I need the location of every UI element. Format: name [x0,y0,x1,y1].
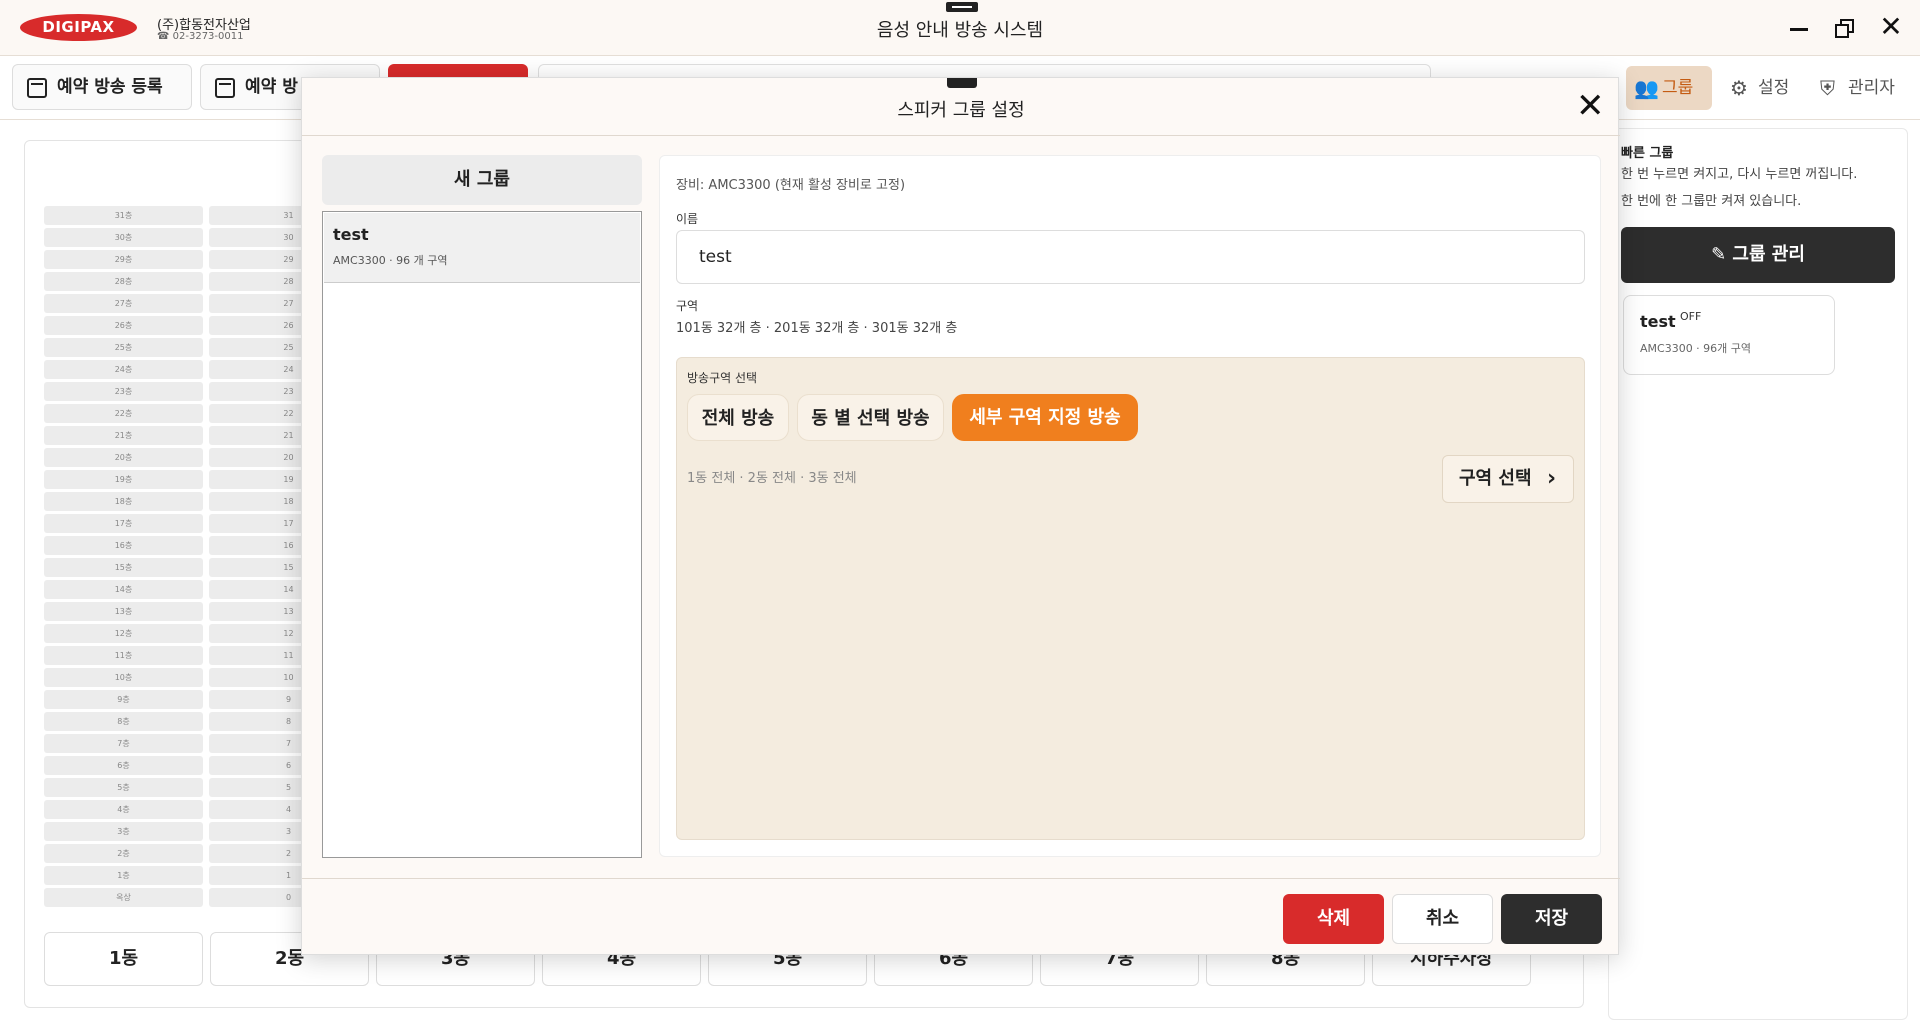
mode-all-button[interactable]: 전체 방송 [687,394,789,441]
floor-speaker-cell[interactable]: 14층 [44,580,203,599]
floor-speaker-cell[interactable]: 15층 [44,558,203,577]
group-item-name: test [333,225,369,244]
new-group-button[interactable]: 새 그룹 [322,155,642,205]
floor-speaker-cell[interactable]: 16층 [44,536,203,555]
broadcast-zone-label: 방송구역 선택 [687,371,758,385]
group-icon: 👥 [1634,76,1659,100]
zone-summary: 101동 32개 층 · 201동 32개 층 · 301동 32개 층 [676,321,958,336]
save-button[interactable]: 저장 [1501,894,1602,944]
floor-speaker-cell[interactable]: 17층 [44,514,203,533]
floor-speaker-cell[interactable]: 7층 [44,734,203,753]
floor-speaker-cell[interactable]: 11층 [44,646,203,665]
minimize-button[interactable] [1784,14,1814,42]
tab-admin[interactable]: ⛨ 관리자 [1812,66,1908,110]
group-manage-label: 그룹 관리 [1732,244,1805,265]
floor-speaker-cell[interactable]: 13층 [44,602,203,621]
dialog-header: 스피커 그룹 설정 ✕ [302,78,1620,136]
tab-group[interactable]: 👥 그룹 [1626,66,1712,110]
pencil-icon: ✎ [1711,244,1733,265]
floor-speaker-cell[interactable]: 4층 [44,800,203,819]
floor-speaker-cell[interactable]: 25층 [44,338,203,357]
floor-speaker-cell[interactable]: 29층 [44,250,203,269]
quick-group-title: 빠른 그룹 [1621,146,1674,161]
window-close-button[interactable]: ✕ [1876,13,1906,42]
floor-speaker-cell[interactable]: 3층 [44,822,203,841]
mode-dong-button[interactable]: 동 별 선택 방송 [797,394,944,441]
tab-group-label: 그룹 [1662,78,1694,98]
reserve-list-label: 예약 방 [245,77,298,97]
name-label: 이름 [676,212,699,226]
close-icon[interactable]: ✕ [1576,89,1605,123]
quick-group-name: test [1640,312,1676,331]
zone-select-button[interactable]: 구역 선택 › [1442,455,1574,503]
group-list: test AMC3300 · 96 개 구역 [322,211,642,858]
device-info: 장비: AMC3300 (현재 활성 장비로 고정) [676,178,906,193]
reserve-register-button[interactable]: 예약 방송 등록 [12,64,192,110]
gear-icon: ⚙ [1730,76,1748,100]
floor-speaker-cell[interactable]: 22층 [44,404,203,423]
broadcast-zone-box: 방송구역 선택 전체 방송 동 별 선택 방송 세부 구역 지정 방송 1동 전… [676,357,1585,840]
floor-speaker-cell[interactable]: 31층 [44,206,203,225]
group-list-item[interactable]: test AMC3300 · 96 개 구역 [324,213,640,283]
floor-speaker-cell[interactable]: 21층 [44,426,203,445]
zone-select-label: 구역 선택 [1459,468,1532,489]
group-manage-button[interactable]: ✎ 그룹 관리 [1621,227,1895,283]
floor-speaker-cell[interactable]: 20층 [44,448,203,467]
floor-speaker-cell[interactable]: 26층 [44,316,203,335]
quick-group-panel: 빠른 그룹 한 번 누르면 켜지고, 다시 누르면 꺼집니다. 한 번에 한 그… [1608,128,1908,1020]
quick-group-desc-2: 한 번에 한 그룹만 켜져 있습니다. [1621,194,1802,209]
restore-button[interactable] [1830,14,1860,42]
floor-column-1: 31층 30층 29층 28층 27층 26층 25층 24층 23층 22층 21층 20층 19층 1… [44,206,203,910]
dialog-drag-handle[interactable] [947,78,977,88]
floor-speaker-cell[interactable]: 2층 [44,844,203,863]
tab-admin-label: 관리자 [1848,78,1895,98]
floor-speaker-cell[interactable]: 1층 [44,866,203,885]
floor-speaker-cell[interactable]: 9층 [44,690,203,709]
floor-speaker-cell[interactable]: 18층 [44,492,203,511]
floor-speaker-cell[interactable]: 5층 [44,778,203,797]
admin-shield-icon: ⛨ [1820,76,1835,100]
quick-group-meta: AMC3300 · 96개 구역 [1640,342,1752,355]
floor-speaker-cell[interactable]: 10층 [44,668,203,687]
building-tab[interactable]: 1동 [44,932,203,986]
floor-speaker-cell[interactable]: 24층 [44,360,203,379]
delete-button[interactable]: 삭제 [1283,894,1384,944]
tab-settings[interactable]: ⚙ 설정 [1722,66,1812,110]
floor-speaker-cell[interactable]: 8층 [44,712,203,731]
quick-group-desc-1: 한 번 누르면 켜지고, 다시 누르면 꺼집니다. [1621,167,1858,182]
dialog-footer: 삭제 취소 저장 [302,878,1620,956]
selection-summary: 1동 전체 · 2동 전체 · 3동 전체 [687,471,857,486]
cancel-button[interactable]: 취소 [1392,894,1493,944]
floor-speaker-cell[interactable]: 28층 [44,272,203,291]
zone-label: 구역 [676,299,699,313]
app-title: 음성 안내 방송 시스템 [876,20,1044,41]
chevron-right-icon: › [1547,466,1557,491]
floor-speaker-cell[interactable]: 6층 [44,756,203,775]
group-editor: 장비: AMC3300 (현재 활성 장비로 고정) 이름 구역 101동 32… [659,155,1601,857]
reserve-register-label: 예약 방송 등록 [57,77,163,97]
floor-speaker-cell[interactable]: 30층 [44,228,203,247]
app-window: DIGIPAX (주)합동전자산업 ☎ 02-3273-0011 음성 안내 방… [0,0,1920,1032]
calendar-clock-icon [215,78,235,98]
speaker-group-dialog: 스피커 그룹 설정 ✕ 새 그룹 test AMC3300 · 96 개 구역 … [301,77,1620,956]
tab-settings-label: 설정 [1758,78,1790,98]
dialog-title: 스피커 그룹 설정 [897,100,1025,121]
quick-group-card[interactable]: test OFF AMC3300 · 96개 구역 [1623,295,1835,375]
floor-speaker-cell[interactable]: 27층 [44,294,203,313]
floor-speaker-cell[interactable]: 23층 [44,382,203,401]
group-name-input[interactable] [676,230,1585,284]
floor-speaker-cell[interactable]: 19층 [44,470,203,489]
quick-group-state: OFF [1680,310,1702,323]
window-drag-handle[interactable] [946,2,978,12]
floor-speaker-cell[interactable]: 12층 [44,624,203,643]
group-item-meta: AMC3300 · 96 개 구역 [333,254,448,267]
group-list-panel: 새 그룹 test AMC3300 · 96 개 구역 [322,155,642,858]
floor-speaker-cell[interactable]: 옥상 [44,888,203,907]
calendar-plus-icon [27,78,47,98]
mode-detail-button[interactable]: 세부 구역 지정 방송 [952,394,1138,441]
title-bar: DIGIPAX (주)합동전자산업 ☎ 02-3273-0011 음성 안내 방… [0,0,1920,56]
